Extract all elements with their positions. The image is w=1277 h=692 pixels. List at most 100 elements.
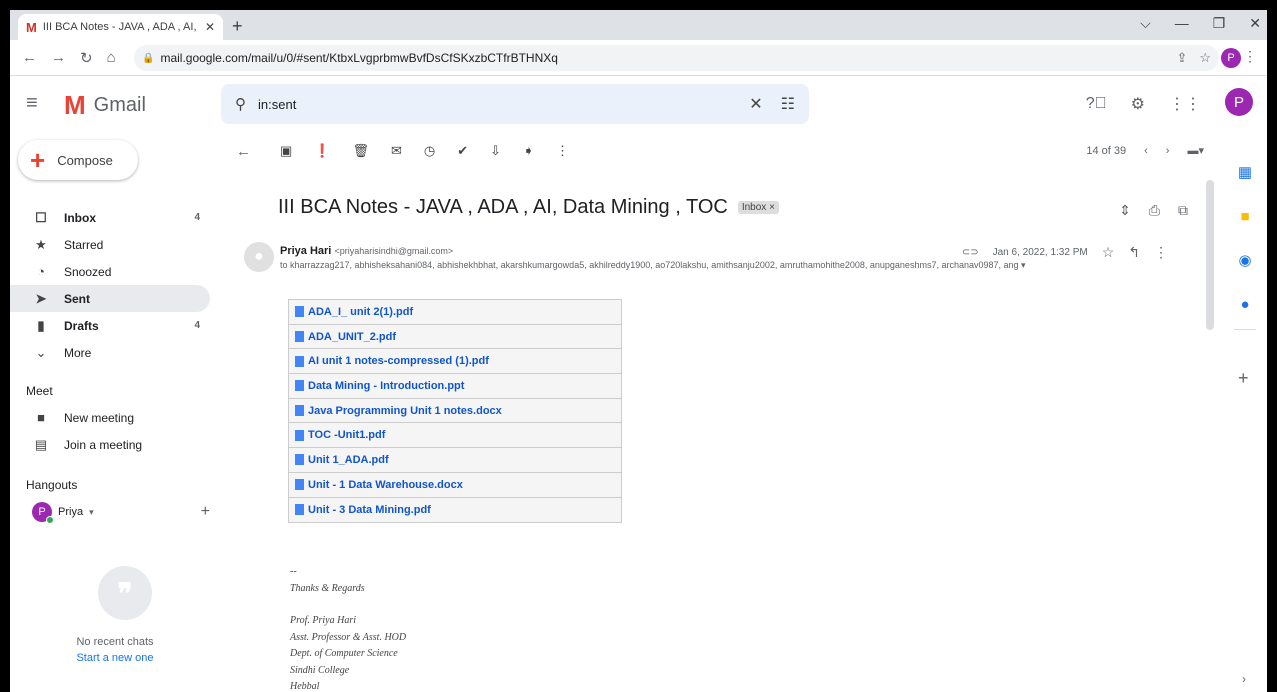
close-tab-icon[interactable]: ✕ [205, 20, 215, 34]
attachment-link[interactable]: TOC -Unit1.pdf [289, 423, 621, 449]
lock-icon[interactable]: 🔒 [142, 53, 154, 64]
new-meeting-item[interactable]: ■ New meeting [10, 404, 210, 431]
message-subject: III BCA Notes - JAVA , ADA , AI, Data Mi… [278, 196, 779, 219]
home-icon[interactable]: ⌂ [107, 49, 116, 67]
add-to-tasks-icon[interactable]: ✔ [457, 143, 468, 159]
restore-icon[interactable]: ❐ [1213, 15, 1226, 32]
reload-icon[interactable]: ↻ [80, 49, 93, 67]
hangouts-user-row[interactable]: P Priya ▾ + [32, 502, 210, 524]
attachment-link[interactable]: Unit - 3 Data Mining.pdf [289, 497, 621, 523]
back-arrow-icon[interactable]: ← [22, 49, 37, 67]
status-dropdown-icon[interactable]: ▾ [89, 507, 94, 518]
calendar-icon[interactable]: ▦ [1235, 162, 1255, 182]
search-options-icon[interactable]: ☷ [781, 94, 795, 114]
sender-avatar[interactable]: ● [244, 242, 274, 272]
join-meeting-item[interactable]: ▤ Join a meeting [10, 431, 210, 458]
sidebar-item-inbox[interactable]: ☐ Inbox 4 [10, 204, 210, 231]
input-tools-icon[interactable]: ▬▾ [1187, 144, 1204, 157]
back-to-list-icon[interactable]: ← [236, 143, 251, 160]
no-chats-text: No recent chats [76, 636, 154, 648]
older-icon[interactable]: › [1166, 145, 1170, 157]
bookmark-star-icon[interactable]: ☆ [1199, 50, 1211, 66]
sidebar-item-snoozed[interactable]: ◔ Snoozed [10, 258, 210, 285]
file-icon [295, 479, 304, 491]
tab-title: III BCA Notes - JAVA , ADA , AI, D [42, 21, 199, 33]
signature-title: Asst. Professor & Asst. HOD [290, 631, 407, 643]
newer-icon[interactable]: ‹ [1144, 145, 1148, 157]
attachment-link[interactable]: AI unit 1 notes-compressed (1).pdf [289, 349, 621, 375]
mark-unread-icon[interactable]: ✉ [391, 143, 402, 159]
rail-divider [1234, 329, 1256, 330]
file-icon [295, 429, 304, 441]
snooze-icon[interactable]: ◷ [424, 143, 435, 159]
more-vert-icon[interactable]: ⋮ [1154, 244, 1168, 261]
account-avatar[interactable]: P [1225, 88, 1253, 116]
apps-grid-icon[interactable]: ⋮⋮ [1169, 94, 1201, 114]
sidebar-item-starred[interactable]: ★ Starred [10, 231, 210, 258]
attachment-name: TOC -Unit1.pdf [308, 429, 386, 442]
new-chat-plus-icon[interactable]: + [201, 503, 210, 521]
new-tab-button[interactable]: + [232, 16, 243, 37]
gmail-favicon-icon: M [26, 19, 37, 35]
compose-label: Compose [57, 152, 113, 168]
clock-icon: ◔ [37, 264, 45, 279]
attachment-link[interactable]: Unit 1_ADA.pdf [289, 448, 621, 473]
more-options-icon[interactable]: ⋮ [556, 143, 569, 159]
open-new-window-icon[interactable]: ⧉ [1178, 202, 1188, 219]
inbox-label-chip[interactable]: Inbox × [737, 201, 779, 214]
reply-icon[interactable]: ↰ [1128, 244, 1140, 261]
start-new-chat-link[interactable]: Start a new one [10, 652, 220, 664]
show-side-panel-icon[interactable]: › [1242, 672, 1246, 686]
label-icon[interactable]: ➧ [523, 143, 534, 159]
settings-gear-icon[interactable]: ⚙ [1131, 94, 1145, 114]
sidebar-item-more[interactable]: ⌄ More [10, 339, 210, 366]
browser-tab[interactable]: M III BCA Notes - JAVA , ADA , AI, D ✕ [18, 14, 223, 40]
gmail-logo[interactable]: M Gmail [64, 90, 146, 121]
share-icon[interactable]: ⇪ [1176, 50, 1187, 66]
message-toolbar: ← ▣ ❗ 🗑 ✉ ◷ ✔ ⇩ ➧ ⋮ 14 of 39 ‹ › ▬▾ [222, 132, 1220, 172]
attachment-link[interactable]: ADA_I_ unit 2(1).pdf [289, 300, 621, 325]
tasks-icon[interactable]: ◉ [1235, 250, 1255, 270]
forward-arrow-icon[interactable]: → [51, 49, 66, 67]
report-spam-icon[interactable]: ❗ [314, 143, 330, 159]
file-icon [295, 331, 304, 343]
move-to-icon[interactable]: ⇩ [490, 143, 501, 159]
delete-icon[interactable]: 🗑 [352, 143, 369, 159]
sender-name[interactable]: Priya Hari [280, 245, 331, 257]
attachment-link[interactable]: Java Programming Unit 1 notes.docx [289, 398, 621, 424]
attachment-link[interactable]: Data Mining - Introduction.ppt [289, 374, 621, 399]
archive-icon[interactable]: ▣ [280, 143, 292, 159]
minimize-icon[interactable]: — [1175, 15, 1189, 32]
compose-button[interactable]: + Compose [18, 140, 138, 180]
sidebar-item-sent[interactable]: ➤ Sent [10, 285, 210, 312]
chrome-profile-avatar[interactable]: P [1221, 48, 1241, 68]
message-scrollbar[interactable] [1206, 180, 1214, 330]
address-bar[interactable]: 🔒 mail.google.com/mail/u/0/#sent/KtbxLvg… [134, 45, 1219, 71]
help-icon[interactable]: ?⃝ [1086, 95, 1107, 113]
attachment-name: Unit 1_ADA.pdf [308, 453, 389, 466]
attachment-link[interactable]: ADA_UNIT_2.pdf [289, 324, 621, 350]
search-icon[interactable]: ⚲ [235, 95, 246, 113]
star-icon[interactable]: ☆ [1102, 244, 1115, 261]
print-icon[interactable]: ⎙ [1149, 202, 1160, 219]
close-window-icon[interactable]: ✕ [1249, 15, 1261, 32]
recipients-line[interactable]: to kharrazzag217, abhisheksahani084, abh… [280, 260, 1140, 271]
search-input[interactable]: in:sent [258, 97, 296, 112]
draft-count: 4 [194, 320, 200, 331]
keep-icon[interactable]: ■ [1235, 206, 1255, 226]
signature-college: Sindhi College [290, 664, 350, 676]
draft-icon: ▮ [37, 317, 45, 333]
contacts-icon[interactable]: ● [1235, 294, 1255, 314]
main-menu-icon[interactable]: ≡ [26, 92, 38, 115]
gmail-header: ≡ M Gmail ⚲ in:sent ✕ ☷ ?⃝ ⚙ ⋮⋮ P [10, 76, 1267, 132]
tab-search-icon[interactable]: ⌵ [1140, 15, 1151, 32]
clear-search-icon[interactable]: ✕ [749, 94, 762, 114]
signature-place: Hebbal [290, 681, 320, 692]
search-bar[interactable]: ⚲ in:sent ✕ ☷ [221, 84, 809, 124]
sidebar-item-drafts[interactable]: ▮ Drafts 4 [10, 312, 210, 339]
get-addons-plus-icon[interactable]: + [1238, 368, 1249, 389]
browser-toolbar: ← → ↻ ⌂ 🔒 mail.google.com/mail/u/0/#sent… [10, 40, 1267, 76]
chrome-menu-icon[interactable]: ⋮ [1243, 48, 1257, 65]
attachment-link[interactable]: Unit - 1 Data Warehouse.docx [289, 472, 621, 498]
expand-all-icon[interactable]: ⇕ [1119, 202, 1131, 219]
